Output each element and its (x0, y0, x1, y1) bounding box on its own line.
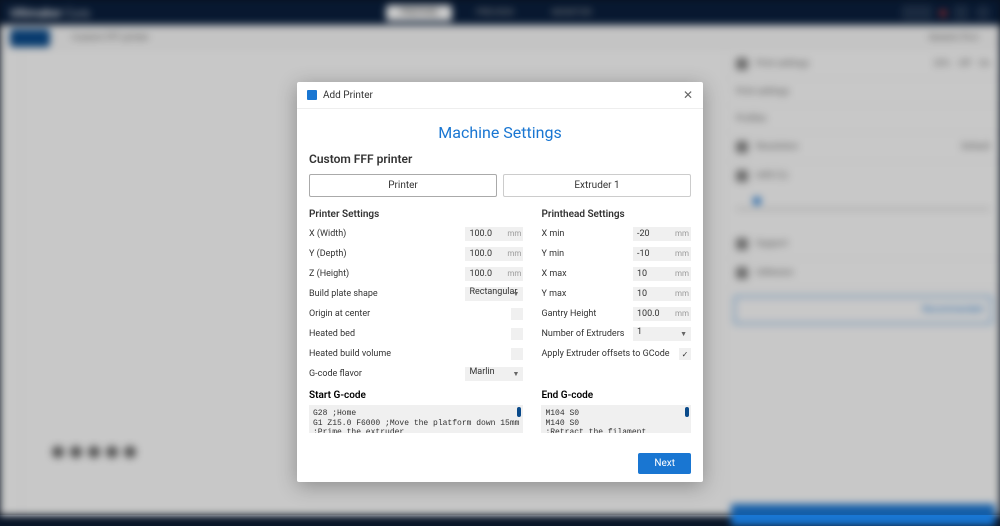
heated-volume-label: Heated build volume (309, 349, 511, 359)
tab-extruder-1[interactable]: Extruder 1 (503, 174, 691, 197)
scrollbar-thumb[interactable] (685, 407, 689, 417)
heated-bed-label: Heated bed (309, 329, 511, 339)
unit-mm: mm (505, 247, 523, 261)
printhead-settings-heading: Printhead Settings (541, 209, 691, 220)
add-printer-dialog: Add Printer ✕ Machine Settings Custom FF… (297, 82, 703, 482)
start-gcode-textarea[interactable]: G28 ;Home G1 Z15.0 F6000 ;Move the platf… (309, 405, 523, 433)
x-width-input[interactable] (465, 227, 505, 241)
end-gcode-textarea[interactable]: M104 S0 M140 S0 ;Retract the filament (541, 405, 691, 433)
x-max-input[interactable] (633, 267, 673, 281)
build-plate-label: Build plate shape (309, 289, 465, 299)
origin-center-label: Origin at center (309, 309, 511, 319)
apply-offsets-checkbox[interactable]: ✓ (679, 348, 691, 360)
x-width-label: X (Width) (309, 229, 465, 239)
y-max-label: Y max (541, 289, 633, 299)
heated-volume-checkbox[interactable] (511, 348, 523, 360)
y-min-label: Y min (541, 249, 633, 259)
y-min-input[interactable] (633, 247, 673, 261)
gantry-height-label: Gantry Height (541, 309, 633, 319)
unit-mm: mm (673, 247, 691, 261)
unit-mm: mm (673, 227, 691, 241)
printer-settings-heading: Printer Settings (309, 209, 523, 220)
y-depth-input[interactable] (465, 247, 505, 261)
printer-name-label: Custom FFF printer (309, 152, 691, 166)
gcode-flavor-select[interactable]: Marlin (465, 367, 523, 381)
tab-printer[interactable]: Printer (309, 174, 497, 197)
unit-mm: mm (673, 287, 691, 301)
gantry-height-input[interactable] (633, 307, 673, 321)
unit-mm: mm (505, 267, 523, 281)
x-min-input[interactable] (633, 227, 673, 241)
close-icon[interactable]: ✕ (683, 88, 693, 102)
z-height-label: Z (Height) (309, 269, 465, 279)
z-height-input[interactable] (465, 267, 505, 281)
dialog-title: Add Printer (323, 90, 683, 101)
x-max-label: X max (541, 269, 633, 279)
end-gcode-heading: End G-code (541, 390, 691, 401)
origin-center-checkbox[interactable] (511, 308, 523, 320)
build-plate-select[interactable]: Rectangular (465, 287, 523, 301)
heated-bed-checkbox[interactable] (511, 328, 523, 340)
x-min-label: X min (541, 229, 633, 239)
y-depth-label: Y (Depth) (309, 249, 465, 259)
unit-mm: mm (505, 227, 523, 241)
cura-icon (307, 90, 317, 100)
start-gcode-heading: Start G-code (309, 390, 523, 401)
apply-offsets-label: Apply Extruder offsets to GCode (541, 349, 679, 359)
gcode-flavor-label: G-code flavor (309, 369, 465, 379)
unit-mm: mm (673, 267, 691, 281)
dialog-heading: Machine Settings (297, 109, 703, 152)
scrollbar-thumb[interactable] (517, 407, 521, 417)
y-max-input[interactable] (633, 287, 673, 301)
unit-mm: mm (673, 307, 691, 321)
num-extruders-select[interactable]: 1 (633, 327, 691, 341)
num-extruders-label: Number of Extruders (541, 329, 633, 339)
next-button[interactable]: Next (638, 453, 691, 474)
